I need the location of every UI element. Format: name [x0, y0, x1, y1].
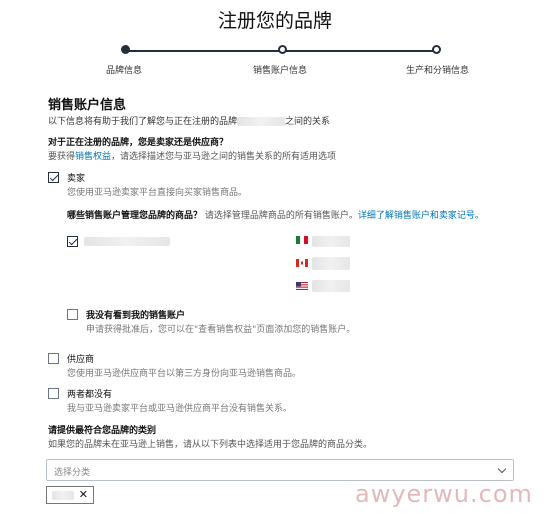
step-label-sales-account: 销售账户信息: [253, 66, 308, 76]
selected-category-chip: ✕: [46, 486, 94, 504]
seller-or-vendor-question: 对于正在注册的品牌，您是卖家还是供应商？: [48, 138, 229, 148]
close-icon[interactable]: ✕: [79, 488, 88, 501]
redacted-us-account: [312, 280, 350, 292]
redacted-account-name: [84, 237, 170, 246]
section-intro: 以下信息将有助于我们了解您与正在注册的品牌 之间的关系: [48, 114, 330, 127]
seller-desc: 您使用亚马逊卖家平台直接向买家销售商品。: [67, 188, 248, 198]
intro-text-before: 以下信息将有助于我们了解您与正在注册的品牌: [48, 117, 238, 127]
category-select[interactable]: 选择分类: [46, 459, 514, 481]
canada-flag-icon: [296, 259, 308, 267]
no-account-desc: 申请获得批准后，您可以在"查看销售权益"页面添加您的销售账户。: [86, 325, 356, 335]
section-heading: 销售账户信息: [48, 98, 127, 113]
step-label-brand-info: 品牌信息: [106, 66, 143, 76]
seller-checkbox[interactable]: [48, 172, 59, 183]
chevron-down-icon: [497, 464, 507, 474]
no-account-checkbox[interactable]: [67, 309, 78, 320]
step-dot-current: [278, 45, 287, 54]
redacted-brand-name: [237, 117, 286, 126]
intro-text-after: 之间的关系: [285, 117, 331, 127]
usa-flag-icon: [296, 282, 308, 290]
seller-or-vendor-help: 要获得销售权益，请选择描述您与亚马逊之间的销售关系的所有适用选项: [48, 149, 336, 162]
step-dot-completed: [121, 45, 130, 54]
neither-checkbox[interactable]: [48, 388, 59, 399]
redacted-ca-account: [312, 257, 350, 270]
accounts-question: 哪些销售账户管理您品牌的商品？: [67, 211, 203, 221]
help-text-before: 要获得: [48, 152, 76, 162]
category-question: 请提供最符合您品牌的类别: [48, 426, 157, 436]
accounts-help: 请选择管理品牌商品的所有销售账户。: [204, 211, 358, 221]
redacted-category: [52, 491, 74, 500]
step-label-production: 生产和分销信息: [406, 66, 470, 76]
watermark: awyerwu.com: [355, 480, 533, 508]
no-account-label: 我没有看到我的销售账户: [86, 311, 186, 321]
step-dot-upcoming: [432, 45, 441, 54]
progress-stepper: 品牌信息 销售账户信息 生产和分销信息: [0, 0, 550, 80]
sales-rights-link[interactable]: 销售权益: [75, 152, 111, 162]
accounts-question-row: 哪些销售账户管理您品牌的商品？ 请选择管理品牌商品的所有销售账户。详细了解销售账…: [67, 208, 484, 221]
category-help: 如果您的品牌未在亚马逊上销售，请从以下列表中选择适用于您品牌的商品分类。: [48, 440, 373, 450]
vendor-desc: 您使用亚马逊供应商平台以第三方身份向亚马逊销售商品。: [67, 369, 302, 379]
help-text-after: ，请选择描述您与亚马逊之间的销售关系的所有适用选项: [111, 152, 337, 162]
neither-desc: 我与亚马逊卖家平台或亚马逊供应商平台没有销售关系。: [67, 404, 293, 414]
vendor-label: 供应商: [67, 355, 95, 365]
vendor-checkbox[interactable]: [48, 353, 59, 364]
seller-label: 卖家: [67, 174, 86, 184]
neither-label: 两者都没有: [67, 390, 113, 400]
category-select-placeholder: 选择分类: [54, 468, 91, 478]
redacted-mx-account: [312, 236, 350, 247]
account-checkbox[interactable]: [67, 236, 78, 247]
learn-more-accounts-link[interactable]: 详细了解销售账户和卖家记号。: [358, 211, 484, 221]
mexico-flag-icon: [296, 236, 308, 244]
